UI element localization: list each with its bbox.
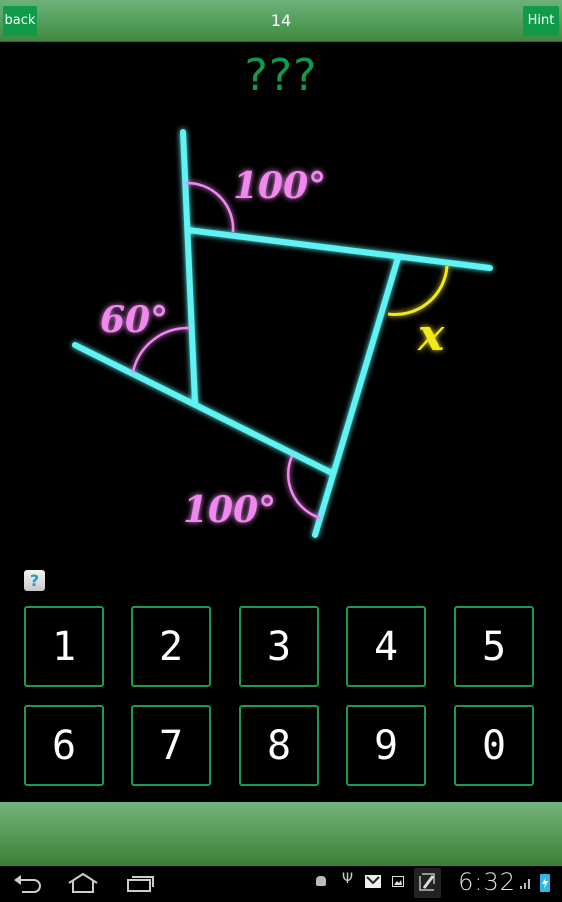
- screenshot-icon[interactable]: [414, 868, 441, 898]
- key-3[interactable]: 3: [239, 606, 319, 687]
- level-number: 14: [270, 11, 292, 30]
- signal-icon: [520, 879, 530, 889]
- key-6[interactable]: 6: [24, 705, 104, 786]
- top-bar: 14 back Hint: [0, 0, 562, 42]
- usb-icon: Ψ: [342, 871, 354, 887]
- line-top: [185, 227, 493, 271]
- key-2[interactable]: 2: [131, 606, 211, 687]
- angle-arc-unknown: [387, 265, 449, 316]
- angle-label-bottom: 100°: [183, 489, 276, 531]
- system-bar: Ψ 6:32: [0, 866, 562, 900]
- key-8[interactable]: 8: [239, 705, 319, 786]
- key-1[interactable]: 1: [24, 606, 104, 687]
- gallery-icon: [392, 876, 404, 887]
- key-9[interactable]: 9: [346, 705, 426, 786]
- angle-label-left: 60°: [100, 299, 168, 341]
- line-right: [312, 255, 401, 538]
- line-left: [180, 129, 198, 405]
- gmail-icon: [365, 875, 381, 888]
- geometry-figure: 100° 60° 100° x: [72, 129, 493, 538]
- back-button[interactable]: back: [3, 6, 37, 36]
- key-0[interactable]: 0: [454, 705, 534, 786]
- line-bottom: [72, 342, 333, 475]
- angle-arc-top: [185, 181, 235, 233]
- help-icon[interactable]: ?: [24, 570, 45, 591]
- nav-back-icon[interactable]: [12, 874, 44, 894]
- nav-recent-apps-icon[interactable]: [126, 873, 156, 893]
- unknown-angle-label: x: [417, 310, 445, 361]
- bottom-bar: [0, 802, 562, 866]
- battery-charging-icon: [540, 874, 550, 892]
- key-4[interactable]: 4: [346, 606, 426, 687]
- key-5[interactable]: 5: [454, 606, 534, 687]
- nav-home-icon[interactable]: [66, 872, 100, 894]
- answer-display: ???: [244, 50, 318, 101]
- clock: 6:32: [458, 868, 516, 896]
- angle-label-top: 100°: [233, 165, 326, 207]
- android-debug-icon: [316, 876, 326, 886]
- hint-button[interactable]: Hint: [523, 6, 559, 36]
- key-7[interactable]: 7: [131, 705, 211, 786]
